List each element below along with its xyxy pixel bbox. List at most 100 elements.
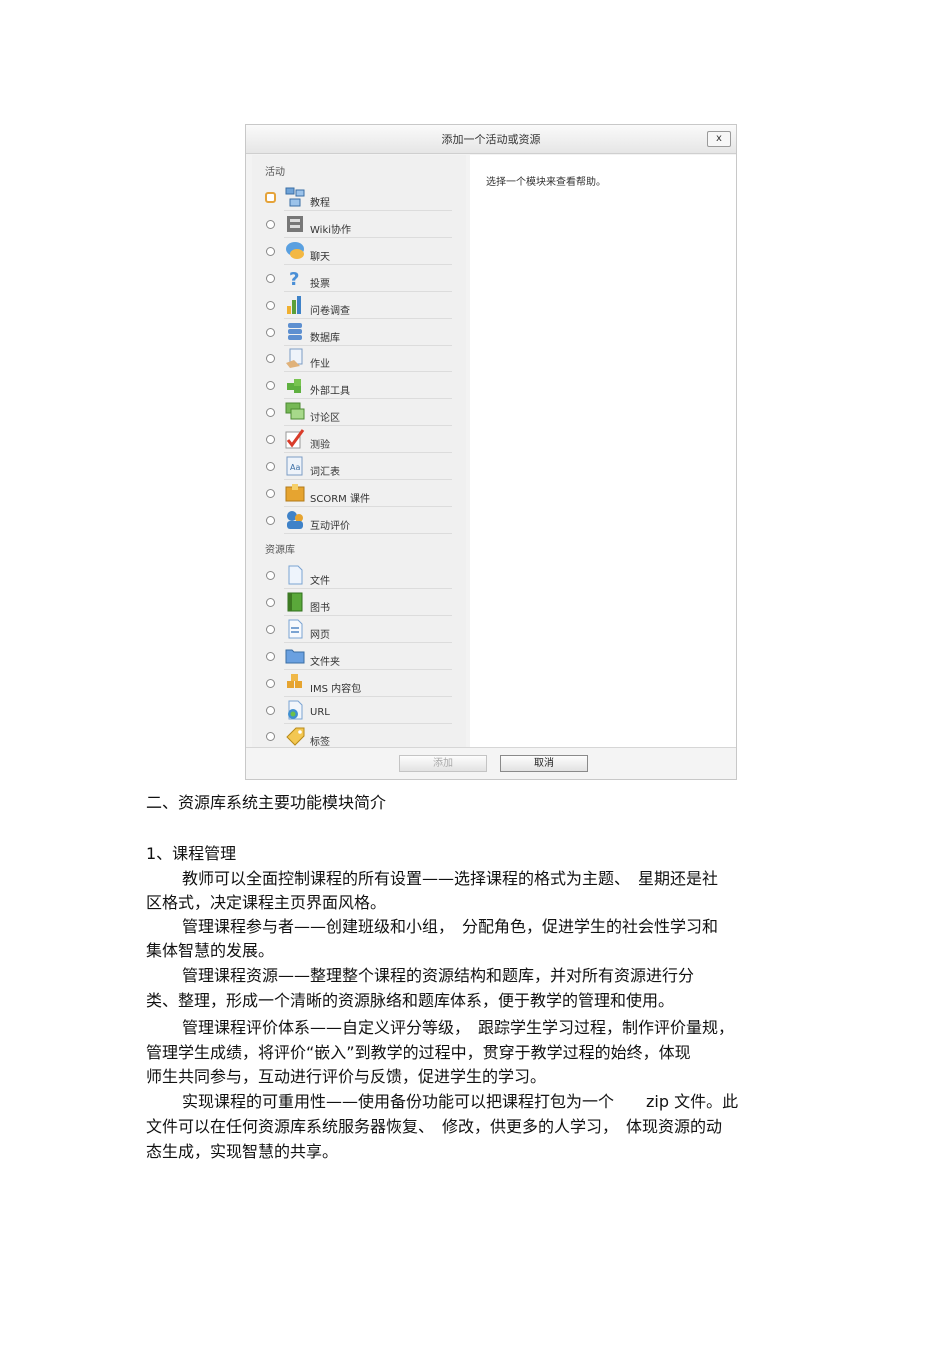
option-label: 聊天 [310,251,330,263]
add-activity-dialog: 添加一个活动或资源 x 活动 教程 Wiki协作聊天 ? 投票 问卷调查数据库作业外部工… [245,124,737,780]
close-button[interactable]: x [707,131,731,147]
activity-option[interactable]: Aa 词汇表 [252,454,452,480]
radio-button[interactable] [266,597,275,607]
option-label: 讨论区 [310,413,340,425]
radio-button[interactable] [266,488,275,498]
forum-icon [284,401,306,423]
radio-button[interactable] [266,381,275,391]
resource-option[interactable]: 标签 [252,724,452,749]
divider [284,452,452,454]
module-list: 活动 教程 Wiki协作聊天 ? 投票 问卷调查数据库作业外部工具讨论区测验 Aa 词汇表 S… [252,155,466,749]
divider [284,532,452,534]
paragraph-line: 管理课程参与者——创建班级和小组， 分配角色，促进学生的社会性学习和 [182,917,719,936]
radio-button[interactable] [266,246,275,256]
option-label: 互动评价 [310,520,350,532]
radio-button[interactable] [266,408,275,418]
resource-option[interactable]: 文件 [252,563,452,589]
scorm-icon [284,482,306,504]
svg-text:?: ? [289,269,299,289]
resource-option[interactable]: 网页 [252,617,452,643]
option-label: 外部工具 [310,386,350,398]
radio-button[interactable] [266,678,275,688]
radio-button[interactable] [266,273,275,283]
activity-option[interactable]: 外部工具 [252,373,452,400]
resource-option[interactable]: 文件夹 [252,644,452,670]
activity-option[interactable]: 测验 [252,427,452,454]
option-label: 词汇表 [310,467,340,478]
activity-option[interactable]: 教程 [252,185,452,211]
radio-button[interactable] [266,462,275,471]
choice-icon: ? [284,267,306,290]
paragraph-line: 文件可以在任何资源库系统服务器恢复、 修改，供更多的人学习， 体现资源的动 [146,1117,723,1136]
divider [284,614,452,616]
cancel-button[interactable]: 取消 [500,755,588,772]
option-label: URL [310,706,330,718]
activity-option[interactable]: 讨论区 [252,400,452,427]
option-label: SCORM 课件 [310,493,370,505]
dialog-header: 添加一个活动或资源 x [246,125,736,154]
radio-button[interactable] [266,327,275,337]
radio-button[interactable] [265,192,276,203]
paragraph-line: 区格式，决定课程主页界面风格。 [146,893,387,912]
option-label: 测验 [310,440,330,452]
paragraph-line: 管理课程资源——整理整个课程的资源结构和题库，并对所有资源进行分 [182,966,695,985]
divider [284,695,452,697]
lesson-icon [284,186,306,208]
resource-option[interactable]: URL [252,698,452,724]
activity-option[interactable]: SCORM 课件 [252,481,452,507]
subheading: 1、课程管理 [146,844,237,863]
dialog-footer: 添加 取消 [246,747,736,779]
activity-option[interactable]: 作业 [252,346,452,373]
radio-button[interactable] [266,651,275,661]
paragraph-line: 师生共同参与，互动进行评价与反馈，促进学生的学习。 [146,1067,547,1086]
radio-button[interactable] [266,219,275,229]
paragraph-line: 态生成，实现智慧的共享。 [146,1142,339,1161]
divider [284,371,452,373]
help-pane: 选择一个模块来查看帮助。 [470,155,736,749]
folder-icon [284,645,306,667]
activity-option[interactable]: 聊天 [252,239,452,265]
url-icon [284,699,306,721]
book-icon [284,591,306,613]
radio-button[interactable] [266,515,275,525]
activity-option[interactable]: ? 投票 [252,266,452,292]
paragraph-line: 类、整理，形成一个清晰的资源脉络和题库体系，便于教学的管理和使用。 [146,991,675,1010]
activity-option[interactable]: Wiki协作 [252,212,452,238]
radio-button[interactable] [266,435,275,445]
add-button[interactable]: 添加 [399,755,487,772]
activity-option[interactable]: 问卷调查 [252,293,452,319]
radio-button[interactable] [266,624,275,634]
option-label: 文件夹 [310,656,340,668]
divider [284,398,452,400]
option-label: 数据库 [310,332,340,344]
radio-button[interactable] [266,732,275,742]
paragraph-line: 集体智慧的发展。 [146,941,275,960]
paragraph-line: 管理课程评价体系——自定义评分等级， 跟踪学生学习过程，制作评价量规， [182,1018,735,1037]
radio-button[interactable] [266,571,275,580]
divider [284,425,452,427]
page-icon [284,618,306,640]
option-label: 教程 [310,198,330,209]
divider [284,479,452,480]
option-label: 文件 [310,576,330,587]
divider [284,588,452,589]
survey-icon [284,294,306,316]
radio-button[interactable] [266,300,275,310]
paragraph-line: 管理学生成绩，将评价“嵌入”到教学的过程中，贯穿于教学过程的始终，体现 [146,1043,691,1062]
divider [284,210,452,211]
activity-option[interactable]: 数据库 [252,320,452,346]
dialog-title: 添加一个活动或资源 [441,133,541,146]
resources-heading: 资源库 [265,545,295,556]
radio-button[interactable] [266,354,275,364]
resource-option[interactable]: 图书 [252,590,452,616]
activity-option[interactable]: 互动评价 [252,508,452,534]
activities-heading: 活动 [265,167,285,178]
option-label: 图书 [310,602,330,614]
divider [284,722,452,724]
option-label: 网页 [310,629,330,641]
resource-option[interactable]: IMS 内容包 [252,671,452,697]
divider [284,290,452,292]
divider [284,317,452,319]
radio-button[interactable] [266,705,275,715]
quiz-icon [284,428,306,450]
